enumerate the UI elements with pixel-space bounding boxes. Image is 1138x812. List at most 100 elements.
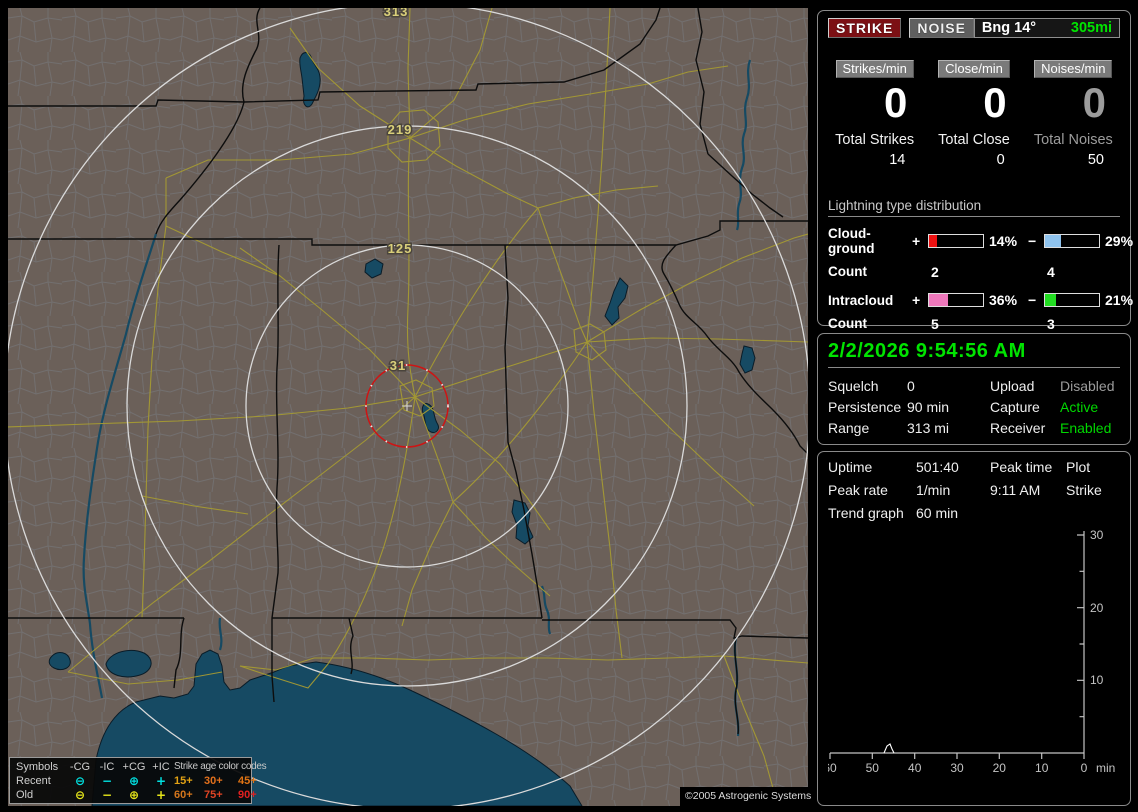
minus-sign: − <box>1028 233 1037 249</box>
total-strikes-label: Total Strikes <box>835 132 915 148</box>
pos-cg-old-icon: ⊕ <box>128 788 140 802</box>
cg-negative-bar <box>1044 234 1100 248</box>
close-per-min-chip: Close/min <box>938 60 1010 78</box>
range-ring-label: 125 <box>388 241 413 256</box>
x-axis-unit: min <box>1096 761 1115 775</box>
bearing-readout: Bng 14° 305mi <box>973 18 1120 38</box>
nexstorm-window: 313 219 125 31 Symbols -CG -IC +CG +IC S… <box>0 0 1138 812</box>
trend-graph-window: 60 min <box>916 505 959 521</box>
count-label: Count <box>828 316 867 331</box>
receiver-status: Enabled <box>1060 420 1112 436</box>
range-ring-label: 31 <box>390 358 406 373</box>
strikes-column: Strikes/min 0 Total Strikes 14 <box>828 60 921 168</box>
status-panel: 2/2/2026 9:54:56 AM Squelch 0 Upload Dis… <box>817 333 1131 445</box>
x-tick-label: 50 <box>866 761 880 775</box>
peak-time-value: 9:11 AM <box>990 482 1041 498</box>
ic-negative-bar <box>1044 293 1100 307</box>
ic-positive-pct: 36% <box>989 292 1018 308</box>
intracloud-count-row: Count 5 3 <box>828 316 1120 332</box>
age-badge: 90+ <box>238 789 257 801</box>
total-noises-value: 50 <box>1087 152 1104 168</box>
persistence-label: Persistence <box>828 399 902 415</box>
age-badge: 15+ <box>174 775 193 787</box>
strike-lamp-button[interactable]: STRIKE <box>828 18 902 38</box>
pos-cg-recent-icon: ⊕ <box>128 774 140 788</box>
y-tick-label: 10 <box>1090 673 1104 687</box>
total-noises-label: Total Noises <box>1033 132 1113 148</box>
x-tick-label: 0 <box>1081 761 1088 775</box>
pos-ic-recent-icon: + <box>155 774 167 788</box>
date-time-display: 2/2/2026 9:54:56 AM <box>828 340 1120 368</box>
cg-positive-pct: 14% <box>989 233 1018 249</box>
intracloud-label: Intracloud <box>828 292 894 308</box>
noises-column: Noises/min 0 Total Noises 50 <box>1027 60 1120 168</box>
strikes-per-min-value: 0 <box>883 79 908 126</box>
range-ring-label: 313 <box>384 8 409 19</box>
upload-status: Disabled <box>1060 378 1115 394</box>
trend-panel: Uptime 501:40 Peak time Plot Peak rate 1… <box>817 451 1131 806</box>
cg-negative-pct: 29% <box>1105 233 1134 249</box>
total-close-label: Total Close <box>938 132 1010 148</box>
trend-graph: 60 50 40 30 20 10 0 min 10 20 30 <box>823 528 1115 775</box>
uptime-label: Uptime <box>828 459 873 475</box>
bearing-distance: 305mi <box>1070 20 1112 36</box>
noise-lamp-button[interactable]: NOISE <box>909 18 974 38</box>
pos-ic-old-icon: + <box>155 788 167 802</box>
distribution-title: Lightning type distribution <box>828 198 1120 217</box>
count-label: Count <box>828 264 867 279</box>
plot-mode-value: Strike <box>1066 482 1102 498</box>
lightning-map[interactable]: 313 219 125 31 Symbols -CG -IC +CG +IC S… <box>8 8 811 806</box>
trend-graph-label: Trend graph <box>828 505 904 521</box>
ic-negative-pct: 21% <box>1105 292 1134 308</box>
plus-sign: + <box>912 233 921 249</box>
capture-label: Capture <box>990 399 1040 415</box>
range-ring-label: 219 <box>388 122 413 137</box>
legend-row-recent: Recent ⊖ − ⊕ + 15+ 30+ 45+ <box>16 774 257 788</box>
close-per-min-value: 0 <box>983 79 1007 126</box>
cg-positive-count: 2 <box>931 264 939 280</box>
neg-cg-recent-icon: ⊖ <box>74 774 86 788</box>
bearing-label: Bng 14° <box>981 20 1037 36</box>
legend-row-old: Old ⊖ − ⊕ + 60+ 75+ 90+ <box>16 788 257 802</box>
peak-rate-value: 1/min <box>916 482 951 498</box>
upload-label: Upload <box>990 378 1035 394</box>
legend-header-pos-cg: +CG <box>122 761 146 773</box>
squelch-label: Squelch <box>828 378 879 394</box>
persistence-value: 90 min <box>907 399 950 415</box>
y-tick-label: 30 <box>1090 528 1104 542</box>
symbol-legend: Symbols -CG -IC +CG +IC Strike age color… <box>9 757 267 804</box>
trend-strike-trace <box>883 743 895 754</box>
y-tick-label: 20 <box>1090 601 1104 615</box>
cloud-ground-count-row: Count 2 4 <box>828 264 1120 280</box>
map-canvas[interactable]: 313 219 125 31 <box>8 8 808 806</box>
legend-header-age-codes: Strike age color codes <box>174 761 267 772</box>
legend-header-row: Symbols -CG -IC +CG +IC Strike age color… <box>16 760 267 774</box>
plot-label: Plot <box>1066 459 1091 475</box>
cg-positive-bar <box>928 234 984 248</box>
minus-sign: − <box>1028 292 1037 308</box>
neg-ic-recent-icon: − <box>101 774 113 788</box>
peak-time-label: Peak time <box>990 459 1053 475</box>
legend-row-label: Old <box>16 789 34 801</box>
age-badge: 45+ <box>238 775 257 787</box>
range-value: 313 mi <box>907 420 950 436</box>
x-tick-label: 40 <box>908 761 922 775</box>
legend-header-neg-cg: -CG <box>69 761 91 773</box>
strike-stats-panel: STRIKE NOISE Bng 14° 305mi Strikes/min 0… <box>817 10 1133 332</box>
intracloud-row: Intracloud + 36% − 21% <box>828 292 1133 308</box>
legend-header-symbols: Symbols <box>16 761 59 773</box>
x-tick-label: 10 <box>1035 761 1049 775</box>
noises-per-min-chip: Noises/min <box>1034 60 1113 78</box>
total-close-value: 0 <box>996 152 1005 168</box>
x-tick-label: 60 <box>828 761 837 775</box>
neg-cg-old-icon: ⊖ <box>74 788 86 802</box>
legend-header-neg-ic: -IC <box>99 761 115 773</box>
total-strikes-value: 14 <box>889 152 906 168</box>
close-column: Close/min 0 Total Close 0 <box>927 60 1020 168</box>
ic-negative-count: 3 <box>1047 316 1055 332</box>
age-badge: 75+ <box>204 789 223 801</box>
legend-row-label: Recent <box>16 775 51 787</box>
uptime-value: 501:40 <box>916 459 959 475</box>
peak-rate-label: Peak rate <box>828 482 888 498</box>
ic-positive-bar <box>928 293 984 307</box>
